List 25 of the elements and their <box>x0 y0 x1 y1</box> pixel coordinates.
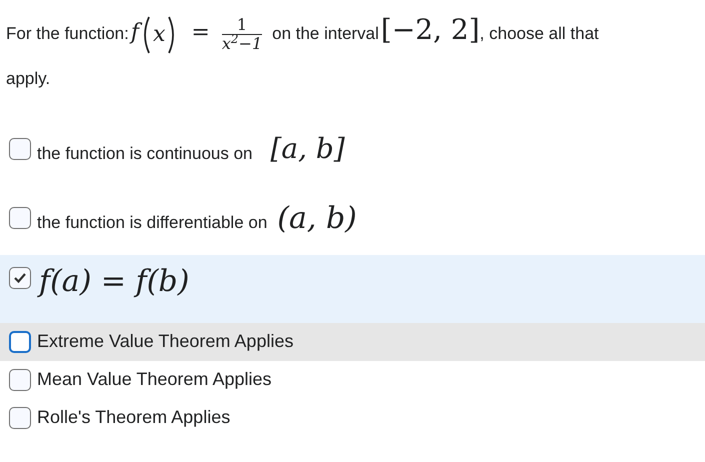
checkbox[interactable] <box>9 330 31 353</box>
parenthesis-icon <box>141 14 151 55</box>
option-row[interactable]: f(a) = f(b) <box>0 254 705 323</box>
option-label: the function is differentiable on <box>37 212 268 234</box>
fraction-numerator: 1 <box>222 16 262 36</box>
checkbox[interactable] <box>9 207 31 230</box>
checkbox[interactable] <box>9 368 31 391</box>
question-text: For the function: <box>6 24 129 43</box>
math-expression: (a, b) <box>277 200 357 238</box>
option-label: Rolle's Theorem Applies <box>37 406 230 430</box>
question-text: on the interval <box>272 24 379 43</box>
checkbox[interactable] <box>9 138 31 160</box>
question-text: apply. <box>6 68 50 90</box>
checkbox[interactable] <box>9 406 31 429</box>
checkbox[interactable] <box>9 266 31 289</box>
math-interval: [−2, 2] <box>380 13 480 46</box>
math-equals: = <box>191 20 210 45</box>
option-label: Mean Value Theorem Applies <box>37 368 272 392</box>
checkmark-icon <box>13 272 27 284</box>
option-label: Extreme Value Theorem Applies <box>37 330 294 354</box>
math-expression: [a, b] <box>270 131 345 168</box>
option-row[interactable]: Extreme Value Theorem Applies <box>0 322 705 361</box>
option-label: the function is continuous on <box>37 143 252 166</box>
question-text: , choose all that <box>480 24 599 43</box>
math-expression: f(a) = f(b) <box>39 262 190 301</box>
